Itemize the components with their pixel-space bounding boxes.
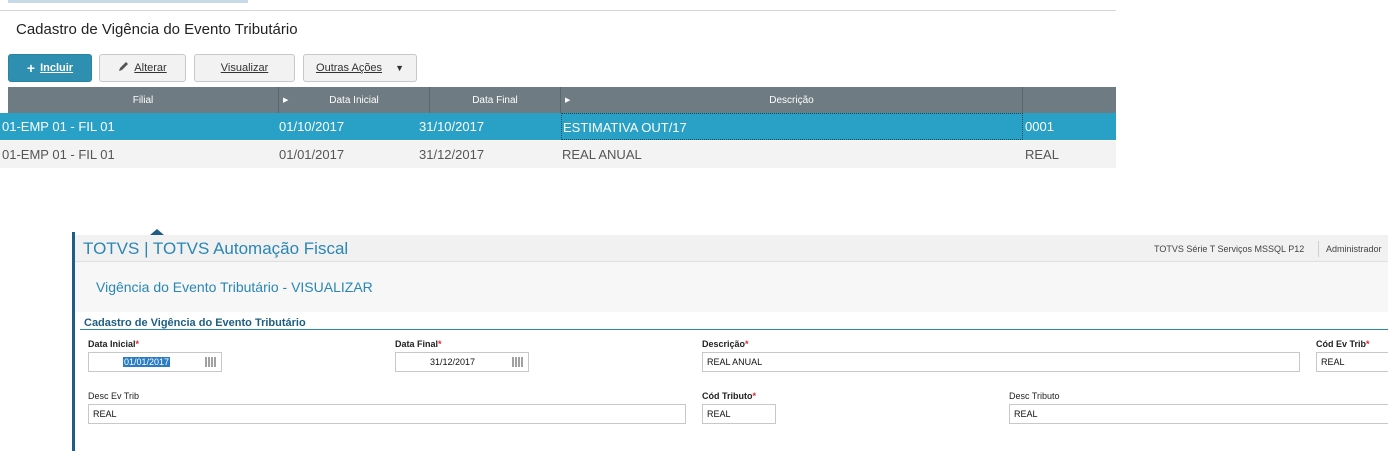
- cod-tributo-field[interactable]: REAL: [702, 404, 776, 424]
- plus-icon: +: [26, 60, 36, 76]
- cod-ev-trib-label: Cód Ev Trib*: [1316, 339, 1370, 349]
- user-label[interactable]: Administrador: [1326, 244, 1382, 254]
- cod-tributo-label: Cód Tributo*: [702, 391, 757, 401]
- table-row[interactable]: 01-EMP 01 - FIL 01 01/01/2017 31/12/2017…: [0, 141, 1116, 168]
- cell-data-final: 31/10/2017: [419, 119, 485, 134]
- desc-tributo-field[interactable]: REAL: [1009, 404, 1388, 424]
- cell-data-inicial: 01/10/2017: [279, 119, 345, 134]
- desc-ev-trib-field[interactable]: REAL: [88, 404, 686, 424]
- data-inicial-label: Data Inicial*: [88, 339, 140, 349]
- desc-tributo-label: Desc Tributo: [1009, 391, 1060, 401]
- column-header-data-inicial[interactable]: ▶ Data Inicial: [279, 87, 430, 113]
- descricao-label: Descrição*: [702, 339, 749, 349]
- descricao-field[interactable]: REAL ANUAL: [702, 352, 1300, 372]
- view-title: Vigência do Evento Tributário - VISUALIZ…: [96, 279, 373, 295]
- cell-data-final: 31/12/2017: [419, 147, 485, 162]
- data-final-value: 31/12/2017: [430, 357, 476, 367]
- cod-ev-trib-field[interactable]: REAL: [1316, 352, 1388, 372]
- pencil-icon: [118, 61, 129, 75]
- table-row[interactable]: 01-EMP 01 - FIL 01 01/10/2017 31/10/2017…: [0, 113, 1116, 140]
- cell-filial: 01-EMP 01 - FIL 01: [2, 147, 115, 162]
- dropdown-arrow-icon: ▼: [395, 63, 404, 73]
- sort-arrow-icon: ▶: [283, 97, 289, 104]
- column-header-descricao[interactable]: ▶ Descrição: [561, 87, 1023, 113]
- incluir-button[interactable]: + Incluir: [8, 54, 92, 82]
- outras-acoes-button[interactable]: Outras Ações ▼: [303, 54, 417, 82]
- data-final-field[interactable]: 31/12/2017: [395, 352, 529, 372]
- data-inicial-value: 01/01/2017: [123, 357, 171, 367]
- desc-ev-trib-label: Desc Ev Trib: [88, 391, 140, 401]
- grid-header: Filial ▶ Data Inicial Data Final ▶ Descriç…: [8, 87, 1116, 113]
- data-final-label: Data Final*: [395, 339, 442, 349]
- header-divider: [1318, 241, 1319, 257]
- top-strip-fragment: [8, 0, 248, 3]
- environment-label[interactable]: TOTVS Série T Serviços MSSQL P12: [1154, 244, 1304, 254]
- cell-descricao: REAL ANUAL: [562, 147, 642, 162]
- data-inicial-field[interactable]: 01/01/2017: [88, 352, 222, 372]
- alterar-button[interactable]: Alterar: [99, 54, 186, 82]
- column-header-data-final[interactable]: Data Final: [430, 87, 561, 113]
- cell-codigo: REAL: [1025, 147, 1059, 162]
- cell-codigo: 0001: [1025, 119, 1054, 134]
- visualizar-button[interactable]: Visualizar: [194, 54, 295, 82]
- section-title: Cadastro de Vigência do Evento Tributári…: [84, 317, 306, 329]
- list-page-title: Cadastro de Vigência do Evento Tributári…: [16, 21, 298, 38]
- sort-arrow-icon: ▶: [565, 97, 571, 104]
- section-divider: [80, 329, 1388, 330]
- cell-descricao: ESTIMATIVA OUT/17: [561, 113, 1023, 140]
- cell-filial: 01-EMP 01 - FIL 01: [2, 119, 115, 134]
- column-header-filial[interactable]: Filial: [8, 87, 279, 113]
- app-title: TOTVS | TOTVS Automação Fiscal: [83, 239, 349, 258]
- calendar-icon[interactable]: [512, 357, 524, 367]
- top-window-strip: [0, 0, 1116, 11]
- calendar-icon[interactable]: [205, 357, 217, 367]
- column-header-codigo[interactable]: [1023, 87, 1116, 113]
- cell-data-inicial: 01/01/2017: [279, 147, 345, 162]
